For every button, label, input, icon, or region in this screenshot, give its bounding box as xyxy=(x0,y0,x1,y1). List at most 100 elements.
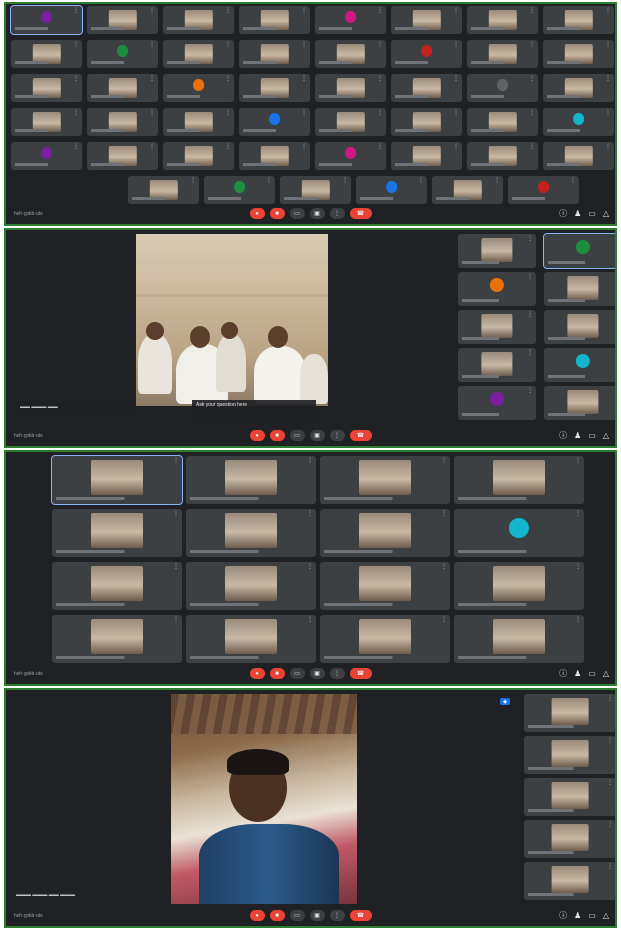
participant-tile[interactable]: ⋮ xyxy=(320,509,450,557)
participant-tile[interactable]: ⋮ xyxy=(239,6,310,34)
info-icon[interactable]: ⓘ xyxy=(559,430,567,441)
activities-icon[interactable]: △ xyxy=(603,668,609,679)
participant-tile[interactable]: ⋮ xyxy=(467,142,538,170)
more-options-button[interactable]: ⋮ xyxy=(329,668,345,679)
tile-more-icon[interactable]: ⋮ xyxy=(453,42,459,48)
tile-more-icon[interactable]: ⋮ xyxy=(607,780,613,786)
tile-more-icon[interactable]: ⋮ xyxy=(529,110,535,116)
tile-more-icon[interactable]: ⋮ xyxy=(377,76,383,82)
tile-more-icon[interactable]: ⋮ xyxy=(494,178,500,184)
info-icon[interactable]: ⓘ xyxy=(559,668,567,679)
tile-more-icon[interactable]: ⋮ xyxy=(301,42,307,48)
tile-more-icon[interactable]: ⋮ xyxy=(225,110,231,116)
tile-more-icon[interactable]: ⋮ xyxy=(173,564,179,570)
participant-tile[interactable]: ⋮ xyxy=(524,694,615,732)
tile-more-icon[interactable]: ⋮ xyxy=(307,564,313,570)
present-button[interactable]: ▣ xyxy=(309,430,325,441)
tile-more-icon[interactable]: ⋮ xyxy=(527,350,533,356)
participant-tile[interactable]: ⋮ xyxy=(315,108,386,136)
participant-tile[interactable]: ⋮ xyxy=(186,509,316,557)
people-icon[interactable]: ♟ xyxy=(574,668,581,679)
tile-more-icon[interactable]: ⋮ xyxy=(73,76,79,82)
pin-icon[interactable]: ◆ xyxy=(500,698,510,705)
participant-tile[interactable]: ⋮ xyxy=(458,386,536,420)
tile-more-icon[interactable]: ⋮ xyxy=(307,617,313,623)
participant-tile[interactable]: ⋮ xyxy=(163,108,234,136)
chat-icon[interactable]: ▭ xyxy=(588,668,596,679)
participant-tile[interactable]: ⋮ xyxy=(543,233,615,269)
participant-tile[interactable]: ⋮ xyxy=(315,74,386,102)
tile-more-icon[interactable]: ⋮ xyxy=(149,8,155,14)
participant-tile[interactable]: ⋮ xyxy=(239,142,310,170)
participant-tile[interactable]: ⋮ xyxy=(524,736,615,774)
participant-tile[interactable]: ⋮ xyxy=(10,5,83,35)
tile-more-icon[interactable]: ⋮ xyxy=(527,274,533,280)
tile-more-icon[interactable]: ⋮ xyxy=(613,350,615,356)
participant-tile[interactable]: ⋮ xyxy=(320,562,450,610)
tile-more-icon[interactable]: ⋮ xyxy=(73,8,79,14)
tile-more-icon[interactable]: ⋮ xyxy=(307,458,313,464)
camera-button[interactable]: ■ xyxy=(269,668,285,679)
tile-more-icon[interactable]: ⋮ xyxy=(301,8,307,14)
participant-tile[interactable]: ⋮ xyxy=(87,142,158,170)
tile-more-icon[interactable]: ⋮ xyxy=(418,178,424,184)
tile-more-icon[interactable]: ⋮ xyxy=(190,178,196,184)
participant-tile[interactable]: ⋮ xyxy=(543,40,614,68)
camera-button[interactable]: ■ xyxy=(269,910,285,921)
tile-more-icon[interactable]: ⋮ xyxy=(527,388,533,394)
mic-button[interactable]: ● xyxy=(249,208,265,219)
chat-icon[interactable]: ▭ xyxy=(588,430,596,441)
tile-more-icon[interactable]: ⋮ xyxy=(453,8,459,14)
participant-tile[interactable]: ⋮ xyxy=(391,108,462,136)
more-options-button[interactable]: ⋮ xyxy=(329,430,345,441)
tile-more-icon[interactable]: ⋮ xyxy=(225,144,231,150)
people-icon[interactable]: ♟ xyxy=(574,430,581,441)
participant-tile[interactable]: ⋮ xyxy=(391,6,462,34)
participant-tile[interactable]: ⋮ xyxy=(458,234,536,268)
tile-more-icon[interactable]: ⋮ xyxy=(527,312,533,318)
participant-tile[interactable]: ⋮ xyxy=(52,562,182,610)
tile-more-icon[interactable]: ⋮ xyxy=(605,42,611,48)
participant-tile[interactable]: ⋮ xyxy=(524,778,615,816)
present-button[interactable]: ▣ xyxy=(309,910,325,921)
participant-tile[interactable]: ⋮ xyxy=(454,509,584,557)
tile-more-icon[interactable]: ⋮ xyxy=(607,696,613,702)
tile-more-icon[interactable]: ⋮ xyxy=(605,144,611,150)
chat-icon[interactable]: ▭ xyxy=(588,910,596,921)
captions-button[interactable]: ▭ xyxy=(289,910,305,921)
tile-more-icon[interactable]: ⋮ xyxy=(149,76,155,82)
participant-tile[interactable]: ⋮ xyxy=(186,562,316,610)
participant-tile[interactable]: ⋮ xyxy=(391,40,462,68)
participant-tile[interactable]: ⋮ xyxy=(458,272,536,306)
tile-more-icon[interactable]: ⋮ xyxy=(570,178,576,184)
activities-icon[interactable]: △ xyxy=(603,910,609,921)
leave-call-button[interactable]: ☎ xyxy=(349,910,372,921)
tile-more-icon[interactable]: ⋮ xyxy=(441,564,447,570)
tile-more-icon[interactable]: ⋮ xyxy=(529,42,535,48)
tile-more-icon[interactable]: ⋮ xyxy=(575,617,581,623)
chat-icon[interactable]: ▭ xyxy=(588,208,596,219)
participant-tile[interactable]: ⋮ xyxy=(315,6,386,34)
tile-more-icon[interactable]: ⋮ xyxy=(266,178,272,184)
participant-tile[interactable]: ⋮ xyxy=(467,40,538,68)
participant-tile[interactable]: ⋮ xyxy=(454,615,584,663)
participant-tile[interactable]: ⋮ xyxy=(432,176,503,204)
participant-tile[interactable]: ⋮ xyxy=(315,142,386,170)
tile-more-icon[interactable]: ⋮ xyxy=(607,864,613,870)
participant-tile[interactable]: ⋮ xyxy=(239,40,310,68)
captions-button[interactable]: ▭ xyxy=(289,668,305,679)
tile-more-icon[interactable]: ⋮ xyxy=(529,144,535,150)
tile-more-icon[interactable]: ⋮ xyxy=(149,42,155,48)
participant-tile[interactable]: ⋮ xyxy=(11,108,82,136)
participant-tile[interactable]: ⋮ xyxy=(315,40,386,68)
tile-more-icon[interactable]: ⋮ xyxy=(575,458,581,464)
tile-more-icon[interactable]: ⋮ xyxy=(441,617,447,623)
participant-tile[interactable]: ⋮ xyxy=(524,862,615,900)
participant-tile[interactable]: ⋮ xyxy=(467,74,538,102)
tile-more-icon[interactable]: ⋮ xyxy=(453,144,459,150)
tile-more-icon[interactable]: ⋮ xyxy=(342,178,348,184)
tile-more-icon[interactable]: ⋮ xyxy=(453,110,459,116)
participant-tile[interactable]: ⋮ xyxy=(458,310,536,344)
participant-tile[interactable]: ⋮ xyxy=(524,820,615,858)
tile-more-icon[interactable]: ⋮ xyxy=(607,738,613,744)
